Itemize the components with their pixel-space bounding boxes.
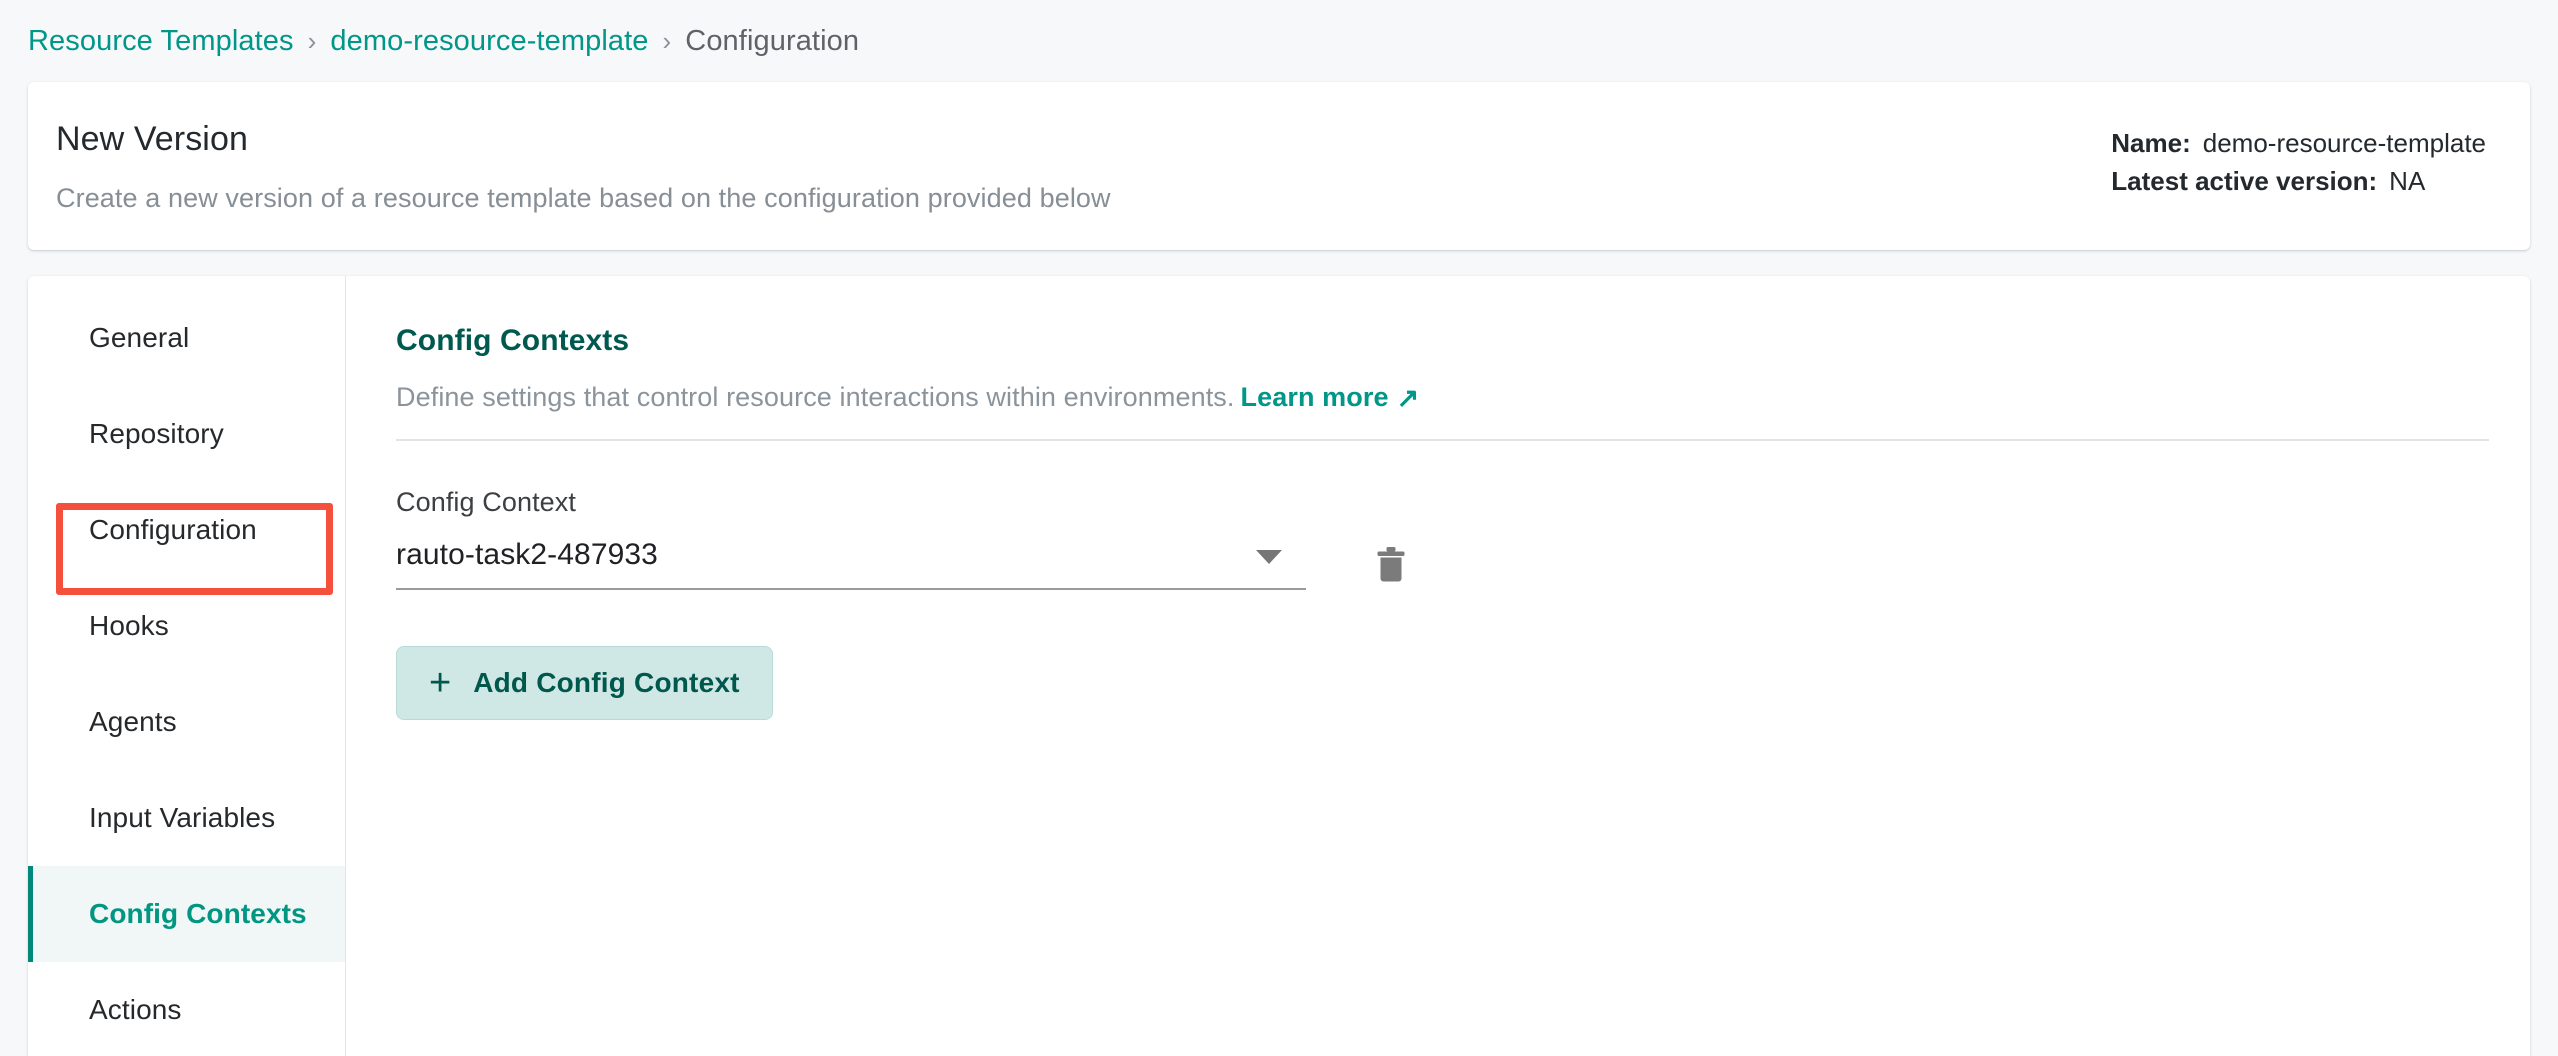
sidebar-item-actions[interactable]: Actions [28, 962, 345, 1056]
section-divider [396, 439, 2489, 441]
config-context-select[interactable]: rauto-task2-487933 [396, 538, 1306, 590]
breadcrumb-separator-icon: › [662, 26, 672, 56]
breadcrumb: Resource Templates › demo-resource-templ… [0, 0, 2558, 82]
config-context-row: rauto-task2-487933 [396, 538, 2489, 590]
config-context-field-block: Config Context rauto-task2-487933 + Add … [396, 487, 2489, 720]
page-subtitle: Create a new version of a resource templ… [56, 183, 1111, 213]
template-metadata: Name: demo-resource-template Latest acti… [2111, 116, 2486, 201]
sidebar-item-label: Hooks [89, 610, 169, 641]
external-link-icon: ↗ [1396, 383, 1420, 413]
breadcrumb-item-demo-resource-template[interactable]: demo-resource-template [330, 25, 648, 58]
plus-icon: + [429, 662, 452, 704]
sidebar-item-agents[interactable]: Agents [28, 674, 345, 770]
sidebar-item-label: Input Variables [89, 802, 276, 833]
configuration-card: General Repository Configuration Hooks A… [28, 276, 2530, 1056]
add-config-context-label: Add Config Context [473, 667, 740, 698]
page-title: New Version [56, 120, 248, 158]
sidebar-item-hooks[interactable]: Hooks [28, 578, 345, 674]
section-title: Config Contexts [396, 324, 630, 357]
sidebar-item-label: Agents [89, 706, 177, 737]
breadcrumb-item-configuration: Configuration [685, 24, 860, 57]
config-context-selected-value: rauto-task2-487933 [396, 538, 658, 571]
trash-icon [1377, 547, 1405, 582]
sidebar-item-general[interactable]: General [28, 290, 345, 386]
sidebar-item-input-variables[interactable]: Input Variables [28, 770, 345, 866]
breadcrumb-separator-icon: › [307, 26, 317, 56]
sidebar-item-repository[interactable]: Repository [28, 386, 345, 482]
sidebar-item-label: General [89, 322, 190, 353]
metadata-name-value: demo-resource-template [2202, 128, 2486, 158]
metadata-name-label: Name: [2111, 128, 2191, 158]
sidebar-item-label: Repository [89, 418, 224, 449]
metadata-version-label: Latest active version: [2111, 166, 2378, 197]
page-header-text: New Version Create a new version of a re… [56, 116, 1111, 214]
config-contexts-panel: Config Contexts Define settings that con… [346, 276, 2530, 1056]
sidebar-item-configuration[interactable]: Configuration [28, 482, 345, 578]
config-context-label: Config Context [396, 487, 576, 517]
breadcrumb-item-resource-templates[interactable]: Resource Templates [28, 25, 294, 58]
sidebar-item-config-contexts[interactable]: Config Contexts [28, 866, 345, 962]
add-config-context-button[interactable]: + Add Config Context [396, 646, 773, 720]
delete-config-context-button[interactable] [1368, 540, 1414, 590]
metadata-row-name: Name: demo-resource-template [2111, 124, 2486, 162]
section-description-text: Define settings that control resource in… [396, 382, 1235, 412]
sidebar-item-label: Configuration [89, 514, 257, 545]
sidebar-item-label: Actions [89, 994, 182, 1025]
metadata-row-latest-active-version: Latest active version: NA [2111, 162, 2486, 200]
sidebar-item-label: Config Contexts [89, 898, 307, 929]
chevron-down-icon [1256, 550, 1282, 564]
section-description: Define settings that control resource in… [396, 382, 2489, 413]
learn-more-label: Learn more [1240, 382, 1389, 412]
learn-more-link[interactable]: Learn more ↗ [1240, 382, 1420, 413]
settings-sidebar: General Repository Configuration Hooks A… [28, 276, 346, 1056]
metadata-version-value: NA [2389, 166, 2426, 197]
page-header-card: New Version Create a new version of a re… [28, 82, 2530, 250]
